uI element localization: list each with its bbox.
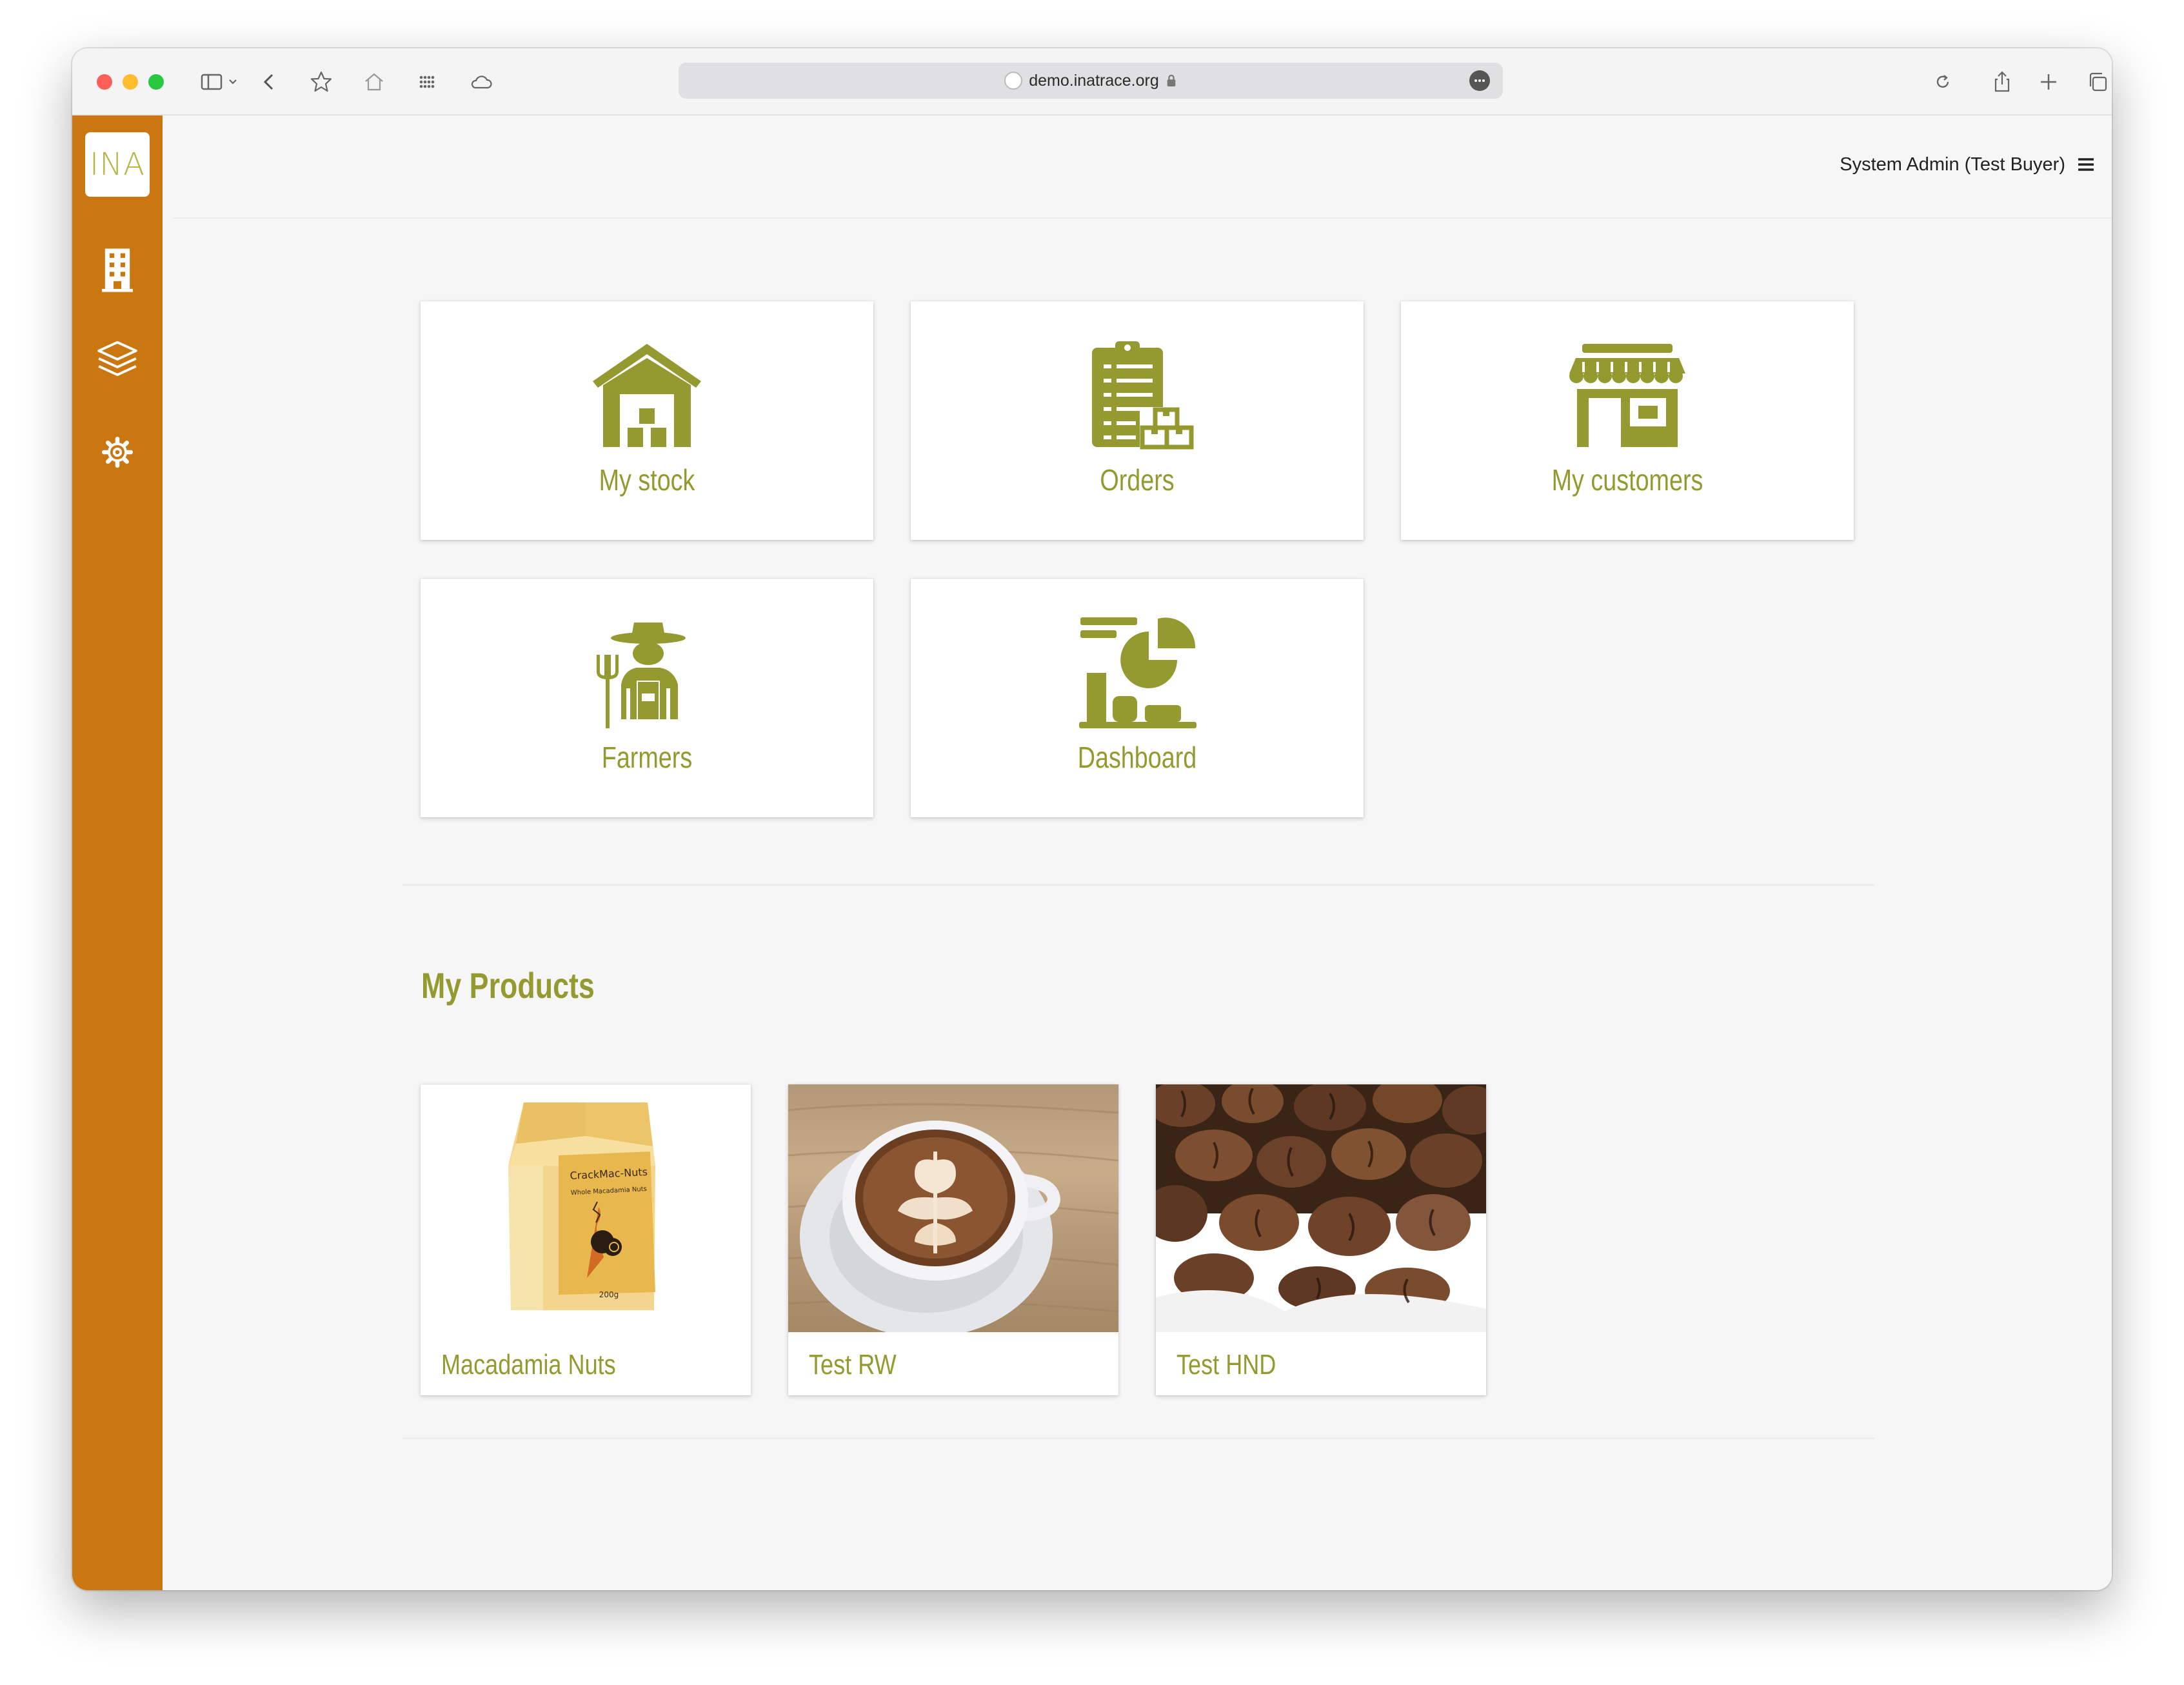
section-divider [402, 1437, 1874, 1439]
tile-my-stock[interactable]: My stock [421, 301, 873, 540]
product-name: Test HND [1176, 1349, 1276, 1381]
product-card-macadamia-nuts[interactable]: CrackMac-Nuts Whole Macadamia Nuts 200g … [421, 1084, 751, 1395]
browser-toolbar: demo.inatrace.org [72, 48, 2112, 115]
coffee-beans-image [1156, 1084, 1486, 1332]
product-image [788, 1084, 1118, 1332]
storefront-icon [1569, 344, 1685, 447]
tile-label: My customers [1551, 463, 1703, 497]
address-url: demo.inatrace.org [1029, 71, 1159, 90]
home-icon[interactable] [355, 63, 393, 101]
building-icon[interactable] [92, 244, 143, 296]
section-divider [402, 884, 1874, 886]
address-bar[interactable]: demo.inatrace.org [679, 63, 1503, 99]
product-image: CrackMac-Nuts Whole Macadamia Nuts 200g [421, 1084, 751, 1332]
farmer-icon [597, 623, 686, 728]
settings-gear-icon[interactable] [92, 426, 143, 478]
user-account-name[interactable]: System Admin (Test Buyer) [1840, 154, 2065, 175]
new-tab-icon[interactable] [2029, 63, 2068, 101]
grid-apps-icon[interactable] [408, 63, 446, 101]
app-logo[interactable]: INA [85, 132, 150, 197]
page-menu-icon[interactable] [1469, 70, 1490, 91]
tab-overview-icon[interactable] [2078, 63, 2112, 101]
browser-window: demo.inatrace.org INA System Admin (Test… [72, 48, 2112, 1590]
svg-text:200g: 200g [599, 1290, 619, 1299]
zoom-window-button[interactable] [148, 74, 164, 90]
cloud-icon[interactable] [462, 63, 501, 101]
header-divider [173, 217, 2112, 219]
warehouse-icon [593, 344, 701, 447]
tile-farmers[interactable]: Farmers [421, 579, 873, 817]
clipboard-boxes-icon [1092, 341, 1195, 450]
chevron-down-icon[interactable] [223, 63, 243, 101]
reload-icon[interactable] [1923, 63, 1962, 101]
tile-label: Dashboard [1077, 741, 1197, 774]
tile-label: Orders [1100, 463, 1175, 497]
products-section-title: My Products [421, 965, 595, 1006]
macadamia-package-image: CrackMac-Nuts Whole Macadamia Nuts 200g [508, 1102, 655, 1310]
tile-label: Farmers [601, 741, 693, 774]
share-icon[interactable] [1983, 63, 2021, 101]
product-name: Macadamia Nuts [441, 1349, 616, 1381]
coffee-cup-image [788, 1103, 1118, 1332]
tile-orders[interactable]: Orders [911, 301, 1364, 540]
lock-icon [1167, 74, 1176, 86]
chart-dashboard-icon [1079, 617, 1196, 728]
app-sidebar: INA [72, 115, 163, 1590]
tile-dashboard[interactable]: Dashboard [911, 579, 1364, 817]
layers-icon[interactable] [92, 334, 143, 385]
tile-label: My stock [599, 463, 695, 497]
minimize-window-button[interactable] [123, 74, 138, 90]
tile-my-customers[interactable]: My customers [1401, 301, 1854, 540]
back-icon[interactable] [250, 63, 289, 101]
product-image [1156, 1084, 1486, 1332]
hamburger-menu-icon[interactable] [2073, 152, 2099, 177]
product-card-test-rw[interactable]: Test RW [788, 1084, 1118, 1395]
product-card-test-hnd[interactable]: Test HND [1156, 1084, 1486, 1395]
site-favicon-icon [1004, 72, 1023, 90]
close-window-button[interactable] [97, 74, 112, 90]
product-name: Test RW [809, 1349, 897, 1381]
star-icon[interactable] [302, 63, 341, 101]
